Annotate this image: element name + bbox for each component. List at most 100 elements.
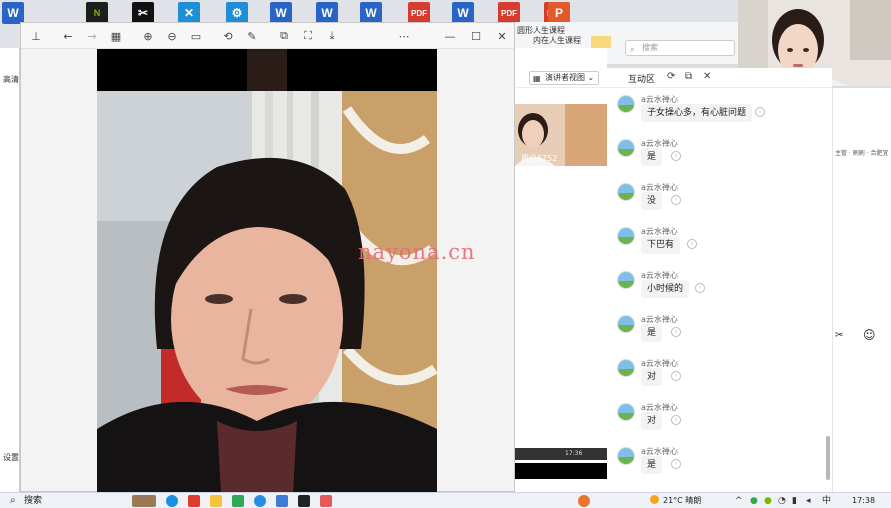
chat-bubble: 是: [641, 456, 663, 474]
chat-message: a云水禅心 没 ◦: [615, 180, 825, 220]
video-control-strip: 17:36: [515, 448, 607, 460]
chat-message: a云水禅心 是 ◦: [615, 136, 825, 176]
tool-icon[interactable]: ⚙: [226, 2, 248, 24]
tray-nvidia-icon[interactable]: ●: [764, 495, 772, 507]
weather-widget[interactable]: 21°C 晴朗: [650, 495, 701, 507]
taskbar-search-label: 搜索: [24, 496, 43, 506]
folder-icon[interactable]: [210, 495, 222, 507]
avatar: [617, 227, 635, 245]
avatar: [617, 271, 635, 289]
reply-icon[interactable]: ◦: [671, 151, 681, 161]
search-placeholder: 搜索: [642, 43, 658, 52]
weather-text: 21°C 晴朗: [663, 496, 702, 505]
desktop-label: 内在人生课程: [533, 36, 581, 45]
wechat-icon[interactable]: [232, 495, 244, 507]
popout-icon[interactable]: ⧉: [685, 71, 692, 82]
search-icon: ⌕: [10, 495, 16, 506]
more-icon[interactable]: ⋯: [395, 27, 413, 45]
reply-icon[interactable]: ◦: [755, 107, 765, 117]
refresh-icon[interactable]: ⟳: [667, 71, 675, 82]
viewed-photo: [97, 49, 437, 493]
grid-icon: ▦: [533, 74, 541, 83]
reply-icon[interactable]: ◦: [671, 371, 681, 381]
app-icon[interactable]: ✕: [178, 2, 200, 24]
reply-icon[interactable]: ◦: [695, 283, 705, 293]
ppt-icon[interactable]: P: [548, 2, 570, 24]
avatar: [617, 95, 635, 113]
chrome-icon[interactable]: [254, 495, 266, 507]
fit-icon[interactable]: ▭: [187, 27, 205, 45]
search-input[interactable]: ⌕ 搜索: [625, 40, 735, 56]
edge-icon[interactable]: [166, 495, 178, 507]
taskbar-clock[interactable]: 17:38: [852, 495, 875, 507]
capture-icon[interactable]: ⛶: [299, 27, 317, 45]
left-app-label: 高清: [3, 75, 19, 84]
tray-wechat-icon[interactable]: ●: [750, 495, 758, 507]
zoom-in-icon[interactable]: ⊕: [139, 27, 157, 45]
back-icon[interactable]: ←: [59, 27, 77, 45]
ime-icon[interactable]: 中: [822, 495, 831, 507]
volume-icon[interactable]: ◂: [806, 495, 811, 507]
crop-icon[interactable]: ⧉: [275, 27, 293, 45]
chat-message: a云水禅心 是 ◦: [615, 444, 825, 484]
chat-bubble: 对: [641, 412, 663, 430]
folder-icon[interactable]: [591, 36, 611, 48]
chat-message: a云水禅心 对 ◦: [615, 356, 825, 396]
view-mode-label: 演讲者视图: [545, 73, 585, 82]
reply-icon[interactable]: ◦: [671, 327, 681, 337]
wallpaper-app-icon[interactable]: [132, 495, 156, 507]
forward-icon[interactable]: →: [83, 27, 101, 45]
edit-icon[interactable]: ✎: [243, 27, 261, 45]
rotate-icon[interactable]: ⟲: [219, 27, 237, 45]
reply-icon[interactable]: ◦: [687, 239, 697, 249]
grid-icon[interactable]: ▦: [107, 27, 125, 45]
comment-icon[interactable]: ☺: [863, 328, 876, 342]
zoom-out-icon[interactable]: ⊖: [163, 27, 181, 45]
chat-bubble: 小时候的: [641, 280, 690, 298]
wifi-icon[interactable]: ◔: [778, 495, 786, 507]
tray-app-icon[interactable]: [578, 495, 590, 507]
scissors-icon[interactable]: ✂: [835, 330, 843, 341]
speaker-thumbnail[interactable]: 用户6752: [515, 104, 607, 166]
maximize-icon[interactable]: ☐: [467, 27, 485, 45]
chat-message: a云水禅心 下巴有 ◦: [615, 224, 825, 264]
view-mode-dropdown[interactable]: ▦ 演讲者视图 ⌄: [529, 71, 600, 85]
reply-icon[interactable]: ◦: [671, 415, 681, 425]
watermark-text: nayona.cn: [358, 240, 476, 264]
word-icon[interactable]: W: [270, 2, 292, 24]
chat-message: a云水禅心 小时候的 ◦: [615, 268, 825, 308]
chat-message: a云水禅心 是 ◦: [615, 312, 825, 352]
chat-bubble: 下巴有: [641, 236, 681, 254]
word-icon[interactable]: W: [2, 2, 24, 24]
chat-message: a云水禅心 子女操心多，有心脏问题 ◦: [615, 92, 825, 132]
minimize-icon[interactable]: —: [441, 27, 459, 45]
taskbar-search[interactable]: ⌕ 搜索: [6, 493, 42, 508]
chat-bubble: 没: [641, 192, 663, 210]
mic-icon[interactable]: ▮: [792, 495, 797, 507]
word-icon[interactable]: W: [360, 2, 382, 24]
image-viewer-task-icon[interactable]: [320, 495, 332, 507]
left-app-label-bottom: 设置: [3, 453, 19, 462]
pdf-icon[interactable]: PDF: [498, 2, 520, 24]
close-icon[interactable]: ✕: [493, 27, 511, 45]
avatar: [617, 139, 635, 157]
wps-icon[interactable]: [188, 495, 200, 507]
capcut-icon[interactable]: ✂: [132, 2, 154, 24]
chat-scrollbar[interactable]: [826, 436, 830, 480]
interaction-panel-header: ▦ 演讲者视图 ⌄ 互动区 ⟳ ⧉ ✕: [515, 68, 832, 88]
panel-title: 互动区: [628, 75, 656, 85]
save-icon[interactable]: ⤓: [323, 27, 341, 45]
app-icon[interactable]: [276, 495, 288, 507]
reply-icon[interactable]: ◦: [671, 459, 681, 469]
word-icon[interactable]: W: [316, 2, 338, 24]
capture-app-icon[interactable]: [298, 495, 310, 507]
avatar: [617, 359, 635, 377]
nvidia-icon[interactable]: N: [86, 2, 108, 24]
word-icon[interactable]: W: [452, 2, 474, 24]
chevron-up-icon[interactable]: ^: [735, 495, 743, 507]
reply-icon[interactable]: ◦: [671, 195, 681, 205]
pdf-icon[interactable]: PDF: [408, 2, 430, 24]
close-panel-icon[interactable]: ✕: [703, 71, 711, 82]
pin-icon[interactable]: ⊥: [27, 27, 45, 45]
background-app-right: 主管 · 刷刷 · 合肥宜 ✂ ☺: [832, 88, 891, 492]
